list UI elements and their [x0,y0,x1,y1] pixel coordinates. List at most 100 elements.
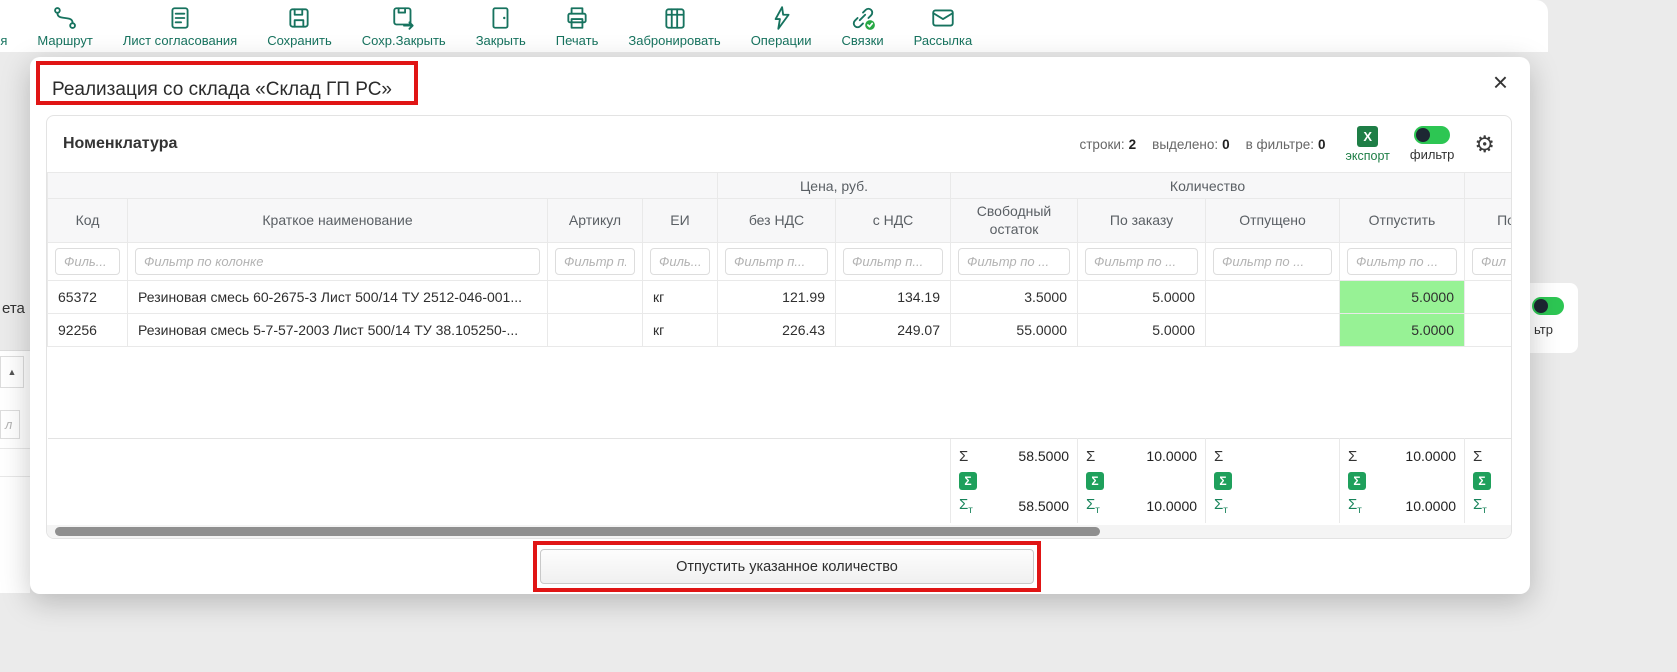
cell-price-with-vat: 249.07 [836,314,951,347]
col-header-unit[interactable]: ЕИ [643,199,718,243]
filter-input-free-balance[interactable] [958,248,1070,275]
cell-cut [1465,281,1511,314]
cell-by-order: 5.0000 [1078,314,1206,347]
filter-input-cut[interactable] [1472,248,1511,275]
col-header-by-order[interactable]: По заказу [1078,199,1206,243]
table-row[interactable]: 92256 Резиновая смесь 5-7-57-2003 Лист 5… [48,314,1512,347]
col-header-price-with-vat[interactable]: с НДС [836,199,951,243]
filter-toggle[interactable] [1414,126,1450,144]
reserve-icon [662,5,688,31]
filter-input-by-order[interactable] [1085,248,1198,275]
sum-value: 10.0000 [1405,498,1456,514]
col-header-code[interactable]: Код [48,199,128,243]
toolbar-item-route[interactable]: Маршрут [37,5,92,48]
filter-toggle-label: фильтр [1410,147,1454,162]
toolbar-item-mailing[interactable]: Рассылка [914,5,973,48]
cell-released [1206,281,1340,314]
toolbar-item-print[interactable]: Печать [556,5,599,48]
collapse-arrow-button[interactable]: ▲ [0,356,24,388]
sigma-badge-icon[interactable]: Σ [1214,472,1232,490]
toolbar-item-label: Связки [842,33,884,48]
toolbar-item-links[interactable]: Связки [842,5,884,48]
background-row-line [0,448,30,449]
print-icon [564,5,590,31]
col-header-name[interactable]: Краткое наименование [128,199,548,243]
toolbar-item-reserve[interactable]: Забронировать [628,5,720,48]
filter-input-unit[interactable] [650,248,710,275]
cell-released [1206,314,1340,347]
toolbar-item-label: Маршрут [37,33,92,48]
triangle-up-icon: ▲ [8,367,17,377]
col-header-to-release[interactable]: Отпустить [1340,199,1465,243]
cell-price-no-vat: 121.99 [718,281,836,314]
filter-input-article[interactable] [555,248,635,275]
filter-input-to-release[interactable] [1347,248,1457,275]
background-filter-input-fragment[interactable]: л [0,410,20,439]
cell-article [548,314,643,347]
sum-value: 58.5000 [1018,498,1069,514]
sigma-badge-icon[interactable]: Σ [1348,472,1366,490]
cell-free-balance: 3.5000 [951,281,1078,314]
empty-space [48,347,1512,439]
summary-row: Σ58.5000 Σ Σт58.5000 Σ10.0000 Σ Σт10.000… [48,439,1512,524]
toolbar-item-close-doc[interactable]: Закрыть [476,5,526,48]
sigma-filtered-icon: Σт [1348,496,1362,516]
export-label: экспорт [1346,149,1390,163]
cell-unit: кг [643,281,718,314]
toolbar-item-label: Операции [751,33,812,48]
cell-cut [1465,314,1511,347]
selected-count: выделено:0 [1152,137,1229,152]
save-icon [286,5,312,31]
group-header-price: Цена, руб. [718,173,951,199]
filter-input-released[interactable] [1213,248,1332,275]
horizontal-scrollbar-track [47,525,1511,538]
toolbar-item-attachments[interactable]: жения [0,5,7,48]
toolbar-item-label: жения [0,33,7,48]
horizontal-scrollbar-thumb[interactable] [55,527,1100,536]
gear-icon[interactable]: ⚙ [1474,133,1495,156]
col-header-article[interactable]: Артикул [548,199,643,243]
sigma-filtered-icon: Σт [1086,496,1100,516]
table-row[interactable]: 65372 Резиновая смесь 60-2675-3 Лист 500… [48,281,1512,314]
sigma-filtered-icon: Σт [1473,496,1487,516]
filter-input-price-with-vat[interactable] [843,248,943,275]
col-header-price-no-vat[interactable]: без НДС [718,199,836,243]
sigma-filtered-icon: Σт [959,496,973,516]
cell-code: 92256 [48,314,128,347]
sigma-badge-icon[interactable]: Σ [1473,472,1491,490]
close-icon[interactable]: × [1493,69,1508,95]
summary-to-release: Σ10.0000 Σ Σт10.0000 [1340,439,1465,524]
background-row-line [0,476,30,477]
toolbar-item-label: Рассылка [914,33,973,48]
route-icon [52,5,78,31]
background-left-label-fragment: ета [2,300,25,317]
sigma-badge-icon[interactable]: Σ [1086,472,1104,490]
release-quantity-button[interactable]: Отпустить указанное количество [540,549,1034,584]
col-header-released[interactable]: Отпущено [1206,199,1340,243]
col-header-free-balance[interactable]: Свободный остаток [951,199,1078,243]
sum-value: 10.0000 [1405,448,1456,464]
excel-export-button[interactable]: X экспорт [1346,126,1390,163]
sigma-badge-icon[interactable]: Σ [959,472,977,490]
cell-to-release-editable[interactable]: 5.0000 [1340,281,1465,314]
cell-price-no-vat: 226.43 [718,314,836,347]
summary-free-balance: Σ58.5000 Σ Σт58.5000 [951,439,1078,524]
filter-row [48,243,1512,281]
col-header-cut[interactable]: По [1465,199,1511,243]
cell-to-release-editable[interactable]: 5.0000 [1340,314,1465,347]
toolbar-item-label: Закрыть [476,33,526,48]
filter-input-name[interactable] [135,248,540,275]
filter-input-code[interactable] [55,248,120,275]
toolbar-item-save-close[interactable]: Сохр.Закрыть [362,5,446,48]
sigma-icon: Σ [1473,448,1482,465]
cell-free-balance: 55.0000 [951,314,1078,347]
cell-name: Резиновая смесь 5-7-57-2003 Лист 500/14 … [128,314,548,347]
toolbar-item-approval-sheet[interactable]: Лист согласования [123,5,237,48]
cell-code: 65372 [48,281,128,314]
sigma-icon: Σ [1086,448,1095,465]
panel-title: Номенклатура [63,135,177,153]
toolbar-item-operations[interactable]: Операции [751,5,812,48]
toolbar-item-save[interactable]: Сохранить [267,5,332,48]
background-filter-toggle-fragment[interactable] [1532,297,1564,315]
filter-input-price-no-vat[interactable] [725,248,828,275]
